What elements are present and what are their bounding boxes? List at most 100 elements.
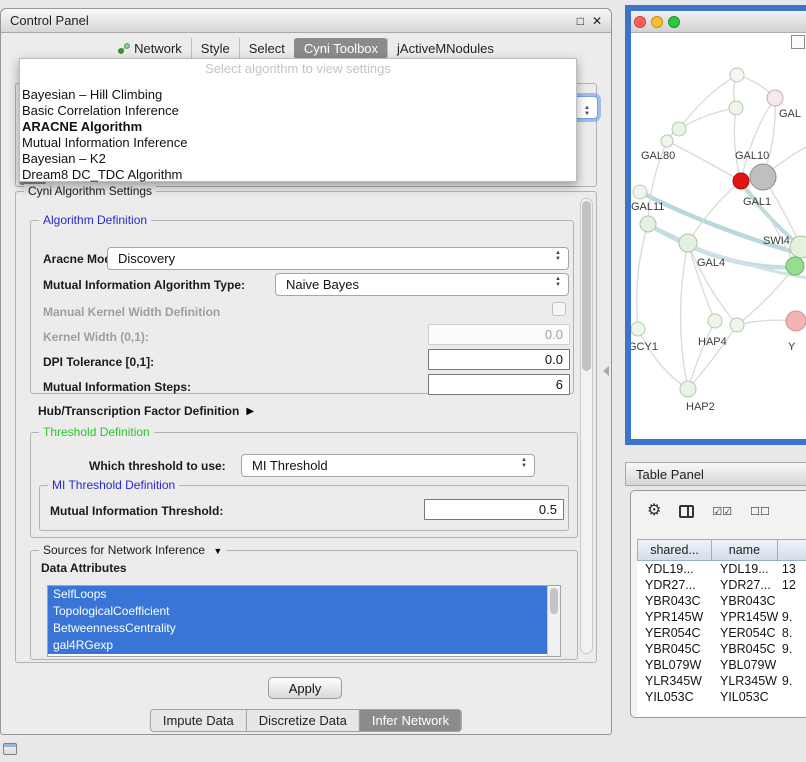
which-threshold-select[interactable]: MI Threshold ▲▼ bbox=[241, 454, 535, 477]
network-node[interactable] bbox=[661, 135, 673, 147]
tab-discretize-data[interactable]: Discretize Data bbox=[246, 710, 359, 731]
network-edge[interactable] bbox=[637, 224, 648, 329]
control-panel-titlebar[interactable]: Control Panel □ ✕ bbox=[1, 9, 611, 33]
table-row[interactable]: YBR045CYBR045C9. bbox=[637, 641, 806, 657]
table-cell: YBR045C bbox=[712, 642, 778, 656]
attribute-selfloops[interactable]: SelfLoops bbox=[48, 586, 547, 603]
attribute-gal4rgexp[interactable]: gal4RGexp bbox=[48, 637, 547, 654]
tab-label: Style bbox=[201, 41, 230, 56]
data-attributes-list-rows: SelfLoopsTopologicalCoefficientBetweenne… bbox=[48, 586, 560, 654]
network-node[interactable] bbox=[767, 90, 783, 106]
network-edge[interactable] bbox=[688, 321, 715, 389]
tab-jactivemnodules[interactable]: jActiveMNodules bbox=[387, 38, 503, 59]
network-edge[interactable] bbox=[667, 141, 741, 181]
table-row[interactable]: YER054CYER054C8. bbox=[637, 625, 806, 641]
table-row[interactable]: YPR145WYPR145W9. bbox=[637, 609, 806, 625]
zoom-window-icon[interactable] bbox=[668, 16, 680, 28]
tab-impute-data[interactable]: Impute Data bbox=[151, 710, 246, 731]
algorithm-option-mutual-information-inference[interactable]: Mutual Information Inference bbox=[20, 135, 576, 151]
mi-threshold-input[interactable] bbox=[424, 499, 564, 520]
table-row[interactable]: YDL19...YDL19...13 bbox=[637, 561, 806, 577]
tab-cyni-toolbox[interactable]: Cyni Toolbox bbox=[294, 38, 387, 59]
algorithm-option-dream8-dc-tdc-algorithm[interactable]: Dream8 DC_TDC Algorithm bbox=[20, 167, 576, 183]
table-row[interactable]: YLR345WYLR345W9. bbox=[637, 673, 806, 689]
table-panel-titlebar[interactable]: Table Panel bbox=[625, 462, 806, 486]
manual-kernel-checkbox[interactable] bbox=[552, 302, 566, 316]
aracne-mode-select[interactable]: Discovery ▲▼ bbox=[107, 247, 569, 270]
table-row[interactable]: YBL079WYBL079W bbox=[637, 657, 806, 673]
network-edge[interactable] bbox=[734, 108, 741, 181]
network-edge[interactable] bbox=[679, 75, 737, 129]
algorithm-option-basic-correlation-inference[interactable]: Basic Correlation Inference bbox=[20, 103, 576, 119]
hub-definition-expander[interactable]: Hub/Transcription Factor Definition ▶ bbox=[38, 404, 254, 418]
network-edge[interactable] bbox=[640, 192, 806, 259]
network-node[interactable] bbox=[631, 322, 645, 336]
tab-select[interactable]: Select bbox=[239, 38, 294, 59]
scrollbar-thumb[interactable] bbox=[550, 588, 558, 614]
network-window-titlebar[interactable] bbox=[631, 11, 806, 33]
node-label: GAL80 bbox=[641, 150, 675, 162]
tab-infer-network[interactable]: Infer Network bbox=[359, 710, 461, 731]
network-node[interactable] bbox=[672, 122, 686, 136]
select-all-columns-icon[interactable]: ☑☑ bbox=[712, 505, 732, 518]
algorithm-option-bayesian-k2[interactable]: Bayesian – K2 bbox=[20, 151, 576, 167]
column-header-partial[interactable] bbox=[778, 539, 806, 561]
network-canvas-area[interactable]: GALGAL80GAL10GAL11GAL1SWI4GAL4GCY1HAP4HA… bbox=[631, 33, 806, 439]
mi-threshold-group-title: MI Threshold Definition bbox=[48, 478, 179, 492]
sources-group-title[interactable]: Sources for Network Inference ▼ bbox=[39, 543, 226, 557]
unselect-all-columns-icon[interactable]: ☐☐ bbox=[750, 505, 770, 518]
network-node[interactable] bbox=[640, 216, 656, 232]
attribute-topologicalcoefficient[interactable]: TopologicalCoefficient bbox=[48, 603, 547, 620]
close-panel-icon[interactable]: ✕ bbox=[592, 14, 602, 28]
network-view-window[interactable]: GALGAL80GAL10GAL11GAL1SWI4GAL4GCY1HAP4HA… bbox=[625, 5, 806, 445]
birdseye-toggle-icon[interactable] bbox=[791, 35, 805, 49]
mi-algorithm-type-select[interactable]: Naive Bayes ▲▼ bbox=[275, 273, 569, 296]
show-columns-icon[interactable] bbox=[679, 505, 694, 518]
table-row[interactable]: YBR043CYBR043C bbox=[637, 593, 806, 609]
attributes-scrollbar[interactable] bbox=[547, 586, 560, 656]
attribute-betweennesscentrality[interactable]: BetweennessCentrality bbox=[48, 620, 547, 637]
minimize-window-icon[interactable] bbox=[651, 16, 663, 28]
kernel-width-input[interactable] bbox=[428, 324, 570, 345]
float-window-icon[interactable]: □ bbox=[577, 14, 584, 28]
mi-steps-input[interactable] bbox=[428, 374, 570, 395]
algorithm-option-aracne-algorithm[interactable]: ARACNE Algorithm bbox=[20, 119, 576, 135]
network-node[interactable] bbox=[729, 101, 743, 115]
network-node[interactable] bbox=[786, 257, 804, 275]
network-node[interactable] bbox=[633, 185, 647, 199]
network-node[interactable] bbox=[680, 381, 696, 397]
table-cell: YDR27... bbox=[712, 578, 778, 592]
column-header-name[interactable]: name bbox=[712, 539, 778, 561]
table-row[interactable]: YDR27...YDR27...12 bbox=[637, 577, 806, 593]
table-cell: YIL053C bbox=[637, 690, 712, 704]
network-node[interactable] bbox=[730, 68, 744, 82]
apply-button[interactable]: Apply bbox=[268, 677, 342, 699]
data-attributes-list[interactable]: SelfLoopsTopologicalCoefficientBetweenne… bbox=[47, 585, 561, 657]
close-window-icon[interactable] bbox=[634, 16, 646, 28]
column-header-shared-name[interactable]: shared... bbox=[637, 539, 712, 561]
table-row[interactable]: YIL053CYIL053C bbox=[637, 689, 806, 705]
settings-scrollbar[interactable] bbox=[580, 198, 593, 654]
dpi-tolerance-input[interactable] bbox=[428, 349, 570, 370]
gear-icon[interactable]: ⚙ bbox=[647, 503, 661, 519]
network-node[interactable] bbox=[733, 173, 749, 189]
network-node[interactable] bbox=[679, 234, 697, 252]
network-node[interactable] bbox=[708, 314, 722, 328]
network-edge[interactable] bbox=[688, 325, 737, 389]
minimized-panel-icon[interactable] bbox=[3, 743, 17, 755]
network-node[interactable] bbox=[786, 311, 806, 331]
network-node[interactable] bbox=[750, 164, 776, 190]
tab-network[interactable]: Network bbox=[109, 38, 191, 59]
scrollbar-thumb[interactable] bbox=[582, 201, 591, 371]
node-label: GAL1 bbox=[743, 196, 771, 208]
panel-resize-handle[interactable] bbox=[603, 366, 609, 376]
combo-stepper-icon: ▲▼ bbox=[555, 276, 561, 288]
mi-steps-label: Mutual Information Steps: bbox=[43, 380, 191, 394]
tab-style[interactable]: Style bbox=[191, 38, 239, 59]
node-label: SWI4 bbox=[763, 235, 790, 247]
algorithm-option-bayesian-hill-climbing[interactable]: Bayesian – Hill Climbing bbox=[20, 87, 576, 103]
network-edge[interactable] bbox=[681, 243, 689, 389]
network-node[interactable] bbox=[730, 318, 744, 332]
table-cell: YLR345W bbox=[712, 674, 778, 688]
dropdown-placeholder: Select algorithm to view settings bbox=[20, 61, 576, 77]
